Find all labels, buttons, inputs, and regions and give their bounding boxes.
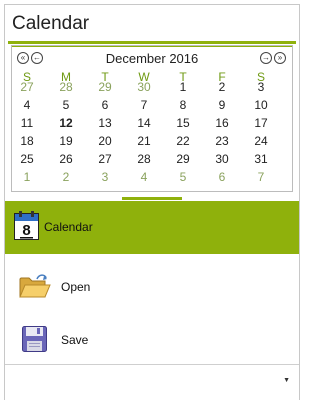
day-cell[interactable]: 11 — [14, 115, 40, 132]
day-cell[interactable]: 31 — [248, 151, 274, 168]
day-cell[interactable]: 13 — [92, 115, 118, 132]
day-cell[interactable]: 1 — [170, 79, 196, 96]
splitter-grip[interactable] — [122, 197, 182, 200]
calendar-panel: Calendar December 2016 « ← → » S M T W T F S 27… — [5, 5, 299, 198]
day-cell-other-month[interactable]: 3 — [92, 169, 118, 186]
day-cell[interactable]: 16 — [209, 115, 235, 132]
day-cell[interactable]: 20 — [92, 133, 118, 150]
calendar-top-rule — [12, 46, 292, 47]
day-cell[interactable]: 30 — [209, 151, 235, 168]
day-cell[interactable]: 4 — [14, 97, 40, 114]
navigation-pane: Calendar December 2016 « ← → » S M T W T F S 27… — [4, 4, 300, 400]
day-cell[interactable]: 8 — [170, 97, 196, 114]
day-cell[interactable]: 6 — [92, 97, 118, 114]
day-cell[interactable]: 14 — [131, 115, 157, 132]
nav-item-label: Open — [61, 280, 91, 294]
day-cell[interactable]: 5 — [53, 97, 79, 114]
nav-item-open[interactable]: Open — [5, 261, 299, 314]
day-cell[interactable]: 27 — [92, 151, 118, 168]
day-cell-other-month[interactable]: 1 — [14, 169, 40, 186]
double-left-arrow-icon[interactable]: « — [17, 52, 29, 64]
day-cell[interactable]: 23 — [209, 133, 235, 150]
day-cell[interactable]: 9 — [209, 97, 235, 114]
day-cell[interactable]: 28 — [131, 151, 157, 168]
day-cell[interactable]: 24 — [248, 133, 274, 150]
day-cell-today[interactable]: 12 — [53, 115, 79, 132]
title-underline — [8, 41, 296, 44]
day-cell[interactable]: 19 — [53, 133, 79, 150]
day-cell-other-month[interactable]: 28 — [53, 79, 79, 96]
day-cell[interactable]: 3 — [248, 79, 274, 96]
day-cell-other-month[interactable]: 4 — [131, 169, 157, 186]
day-cell[interactable]: 15 — [170, 115, 196, 132]
day-cell-other-month[interactable]: 7 — [248, 169, 274, 186]
month-year-label: December 2016 — [105, 51, 199, 66]
day-cell[interactable]: 26 — [53, 151, 79, 168]
dropdown-arrow-icon[interactable]: ▼ — [283, 377, 290, 384]
day-cell[interactable]: 22 — [170, 133, 196, 150]
calendar-icon-day: 8 — [22, 222, 30, 239]
day-cell-other-month[interactable]: 27 — [14, 79, 40, 96]
day-cell[interactable]: 2 — [209, 79, 235, 96]
nav-item-save[interactable]: Save — [5, 314, 299, 367]
day-cell[interactable]: 21 — [131, 133, 157, 150]
left-arrow-icon[interactable]: ← — [31, 52, 43, 64]
day-cell-other-month[interactable]: 30 — [131, 79, 157, 96]
day-cell[interactable]: 29 — [170, 151, 196, 168]
day-cell[interactable]: 7 — [131, 97, 157, 114]
nav-item-label: Calendar — [44, 220, 93, 234]
day-cell[interactable]: 10 — [248, 97, 274, 114]
day-cell-other-month[interactable]: 5 — [170, 169, 196, 186]
right-arrow-icon[interactable]: → — [260, 52, 272, 64]
floppy-disk-icon — [22, 326, 47, 352]
month-calendar: December 2016 « ← → » S M T W T F S 27 28 29 30 1 2 3… — [11, 45, 293, 192]
overflow-bar: ▼ — [5, 364, 299, 400]
day-cell[interactable]: 25 — [14, 151, 40, 168]
calendar-icon: 8 — [14, 211, 39, 240]
day-cell-other-month[interactable]: 2 — [53, 169, 79, 186]
double-right-arrow-icon[interactable]: » — [274, 52, 286, 64]
day-cell[interactable]: 18 — [14, 133, 40, 150]
folder-open-icon — [19, 274, 51, 298]
day-cell-other-month[interactable]: 29 — [92, 79, 118, 96]
panel-title: Calendar — [12, 13, 90, 34]
nav-item-calendar[interactable]: 8 Calendar — [5, 201, 299, 254]
day-cell-other-month[interactable]: 6 — [209, 169, 235, 186]
day-cell[interactable]: 17 — [248, 115, 274, 132]
nav-item-label: Save — [61, 333, 89, 347]
